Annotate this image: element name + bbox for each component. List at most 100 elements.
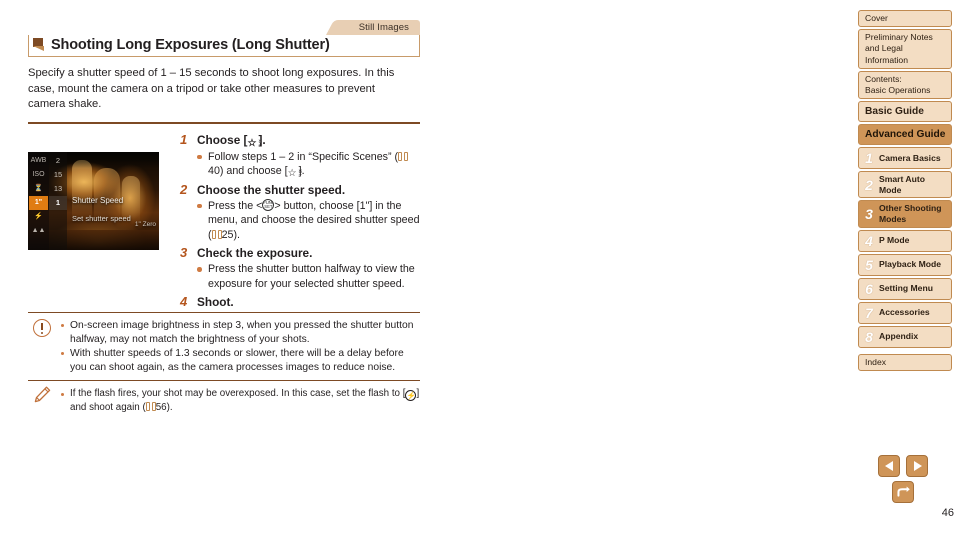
step-1-number: 1 [180,131,188,147]
sidebar-item-label: Cover [865,13,888,23]
step-2-number: 2 [180,181,188,197]
list-item: If the flash fires, your shot may be ove… [61,387,420,414]
back-icon[interactable] [892,481,914,503]
step-3: 3 Check the exposure. [180,245,420,261]
lcd-icon-macro: ▲▲ [31,226,46,234]
lcd-icon-awb: AWB [30,156,47,164]
tip-pre: If the flash fires, your shot may be ove… [70,388,406,400]
list-item: On-screen image brightness in step 3, wh… [61,319,420,347]
camera-screen-image: AWB ISO ⏳ 1" ⚡ ▲▲ 2 15 13 1 Shutter Spee… [28,151,159,250]
lcd-corner-text: 1" Zero [134,220,156,228]
step-2-page-ref: 25 [221,228,234,241]
tip-post: ). [166,402,173,414]
lcd-icon-flash: ⚡ [34,212,43,220]
lcd-value-1: 15 [53,169,63,179]
sidebar-item-p-mode[interactable]: 4 P Mode [858,229,952,252]
caution-list: On-screen image brightness in step 3, wh… [61,319,420,376]
next-page-icon[interactable] [906,455,928,477]
caution-block: On-screen image brightness in step 3, wh… [28,313,420,381]
flash-off-icon: ⚡ [405,390,417,402]
previous-page-icon[interactable] [878,455,900,477]
lcd-value-column: 2 15 13 1 [49,151,67,250]
step-2-title: Choose the shutter speed. [197,182,346,197]
tip-list: If the flash fires, your shot may be ove… [61,387,420,414]
chapter-number: 2 [865,176,873,193]
steps-area: AWB ISO ⏳ 1" ⚡ ▲▲ 2 15 13 1 Shutter Spee… [28,124,420,312]
tip-page-ref: 56 [155,402,167,414]
list-item: Press the shutter button halfway to view… [197,262,420,291]
step-4-title: Shoot. [197,294,234,309]
sidebar-item-label: Setting Menu [879,283,933,294]
sidebar-item-playback-mode[interactable]: 5 Playback Mode [858,253,952,276]
sidebar-item-label: Index [865,356,887,367]
lcd-icon-iso: ISO [32,170,45,178]
sidebar-item-label: Camera Basics [879,152,941,163]
category-tab-row: Still Images [28,20,420,35]
sidebar-item-camera-basics[interactable]: 1 Camera Basics [858,147,952,170]
lcd-value-0: 2 [55,155,61,165]
page-navigation: 46 [878,455,954,519]
step-1-bullet-pre: Follow steps 1 – 2 in “Specific Scenes” … [208,150,399,163]
chapter-number: 4 [865,232,873,249]
step-2-bullet-pre: Press the < [208,199,263,212]
return-arrow-icon [897,486,910,497]
lcd-label-title: Shutter Speed [72,195,124,205]
func-set-button-icon: FUNC SET [262,198,275,211]
sidebar-item-label: Playback Mode [879,259,942,270]
intro-paragraph: Specify a shutter speed of 1 – 15 second… [28,67,395,110]
lcd-value-selected: 1 [49,195,67,210]
long-shutter-mode-icon: ☆☿ [247,137,264,149]
sidebar-item-label: Basic Guide [865,106,924,118]
page-title: Shooting Long Exposures (Long Shutter) [51,37,330,53]
chapter-number: 5 [865,256,873,273]
triangle-right-icon [914,461,922,471]
chapter-number: 8 [865,328,873,345]
book-page-icon [145,402,156,412]
chapter-number: 7 [865,304,873,321]
step-1-bullets: Follow steps 1 – 2 in “Specific Scenes” … [197,150,420,179]
steps-list: 1 Choose [☆☿]. Follow steps 1 – 2 in “Sp… [180,124,420,310]
page-number: 46 [941,507,954,519]
long-shutter-mode-icon: ☆☿ [287,167,305,179]
step-3-number: 3 [180,245,188,261]
sidebar-item-cover[interactable]: Cover [858,10,952,28]
book-page-icon [398,151,409,161]
sidebar: Cover Preliminary Notes and Legal Inform… [858,10,952,373]
section-heading-bar: Shooting Long Exposures (Long Shutter) [28,35,420,57]
sidebar-item-setting-menu[interactable]: 6 Setting Menu [858,277,952,300]
sidebar-item-other-shooting-modes[interactable]: 3 Other Shooting Modes [858,200,952,228]
list-item: Follow steps 1 – 2 in “Specific Scenes” … [197,150,420,179]
list-item: With shutter speeds of 1.3 seconds or sl… [61,347,420,375]
step-4: 4 Shoot. [180,294,420,310]
page-content: Still Images Shooting Long Exposures (Lo… [28,20,420,420]
sidebar-item-smart-auto-mode[interactable]: 2 Smart Auto Mode [858,171,952,199]
sidebar-item-index[interactable]: Index [858,353,952,371]
step-2: 2 Choose the shutter speed. [180,182,420,198]
list-item: Press the < FUNC SET > button, choose [1"] … [197,198,420,242]
sidebar-item-advanced-guide[interactable]: Advanced Guide [858,124,952,146]
book-page-icon [211,229,222,239]
step-2-bullet-post: ). [233,228,240,241]
step-1-bullet-mid: ) and choose [ [219,164,288,177]
step-1-title: Choose [☆☿]. [197,133,266,149]
sidebar-item-label: Advanced Guide [865,129,946,141]
sidebar-item-basic-guide[interactable]: Basic Guide [858,101,952,123]
sidebar-item-contents[interactable]: Contents: Basic Operations [858,70,952,100]
step-1-page-ref: 40 [208,164,220,177]
still-images-tab: Still Images [336,20,420,35]
step-3-bullets: Press the shutter button halfway to view… [197,262,420,291]
nav-arrow-row [878,455,954,477]
lcd-icon-drive: ⏳ [34,184,43,192]
sidebar-item-label: Appendix [879,331,919,342]
sidebar-item-preliminary-notes[interactable]: Preliminary Notes and Legal Information [858,29,952,69]
triangle-left-icon [885,461,893,471]
lcd-value-2: 13 [53,183,63,193]
heading-flag-icon [33,38,48,51]
sidebar-item-label: Smart Auto Mode [879,174,925,195]
caution-icon [33,318,51,337]
sidebar-item-label: Accessories [879,307,930,318]
sidebar-item-accessories[interactable]: 7 Accessories [858,301,952,324]
sidebar-item-appendix[interactable]: 8 Appendix [858,325,952,348]
sidebar-item-label: Preliminary Notes and Legal Information [865,32,933,65]
